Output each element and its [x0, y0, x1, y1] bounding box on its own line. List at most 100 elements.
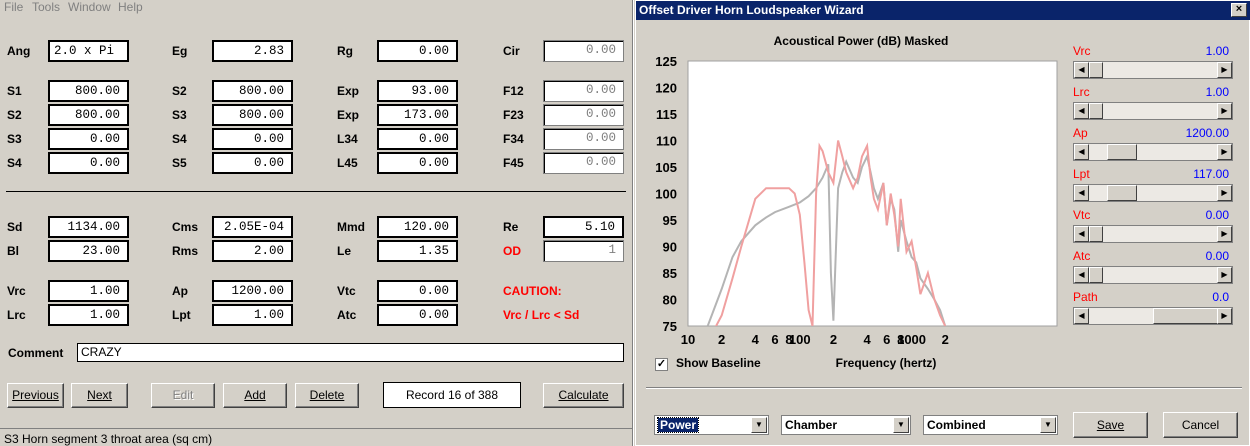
param-label-8-3: Atc [337, 308, 357, 322]
param-field-6-1[interactable]: 23.00 [48, 240, 129, 262]
arrow-left-icon[interactable]: ◀ [1074, 185, 1089, 201]
delete-button[interactable]: Delete [295, 383, 359, 408]
param-label-4-4: F45 [503, 156, 524, 170]
param-field-8-2[interactable]: 1.00 [212, 304, 293, 326]
arrow-left-icon[interactable]: ◀ [1074, 267, 1089, 283]
chevron-down-icon[interactable]: ▼ [751, 417, 767, 433]
param-field-0-3[interactable]: 0.00 [377, 40, 458, 62]
param-field-3-4[interactable]: 0.00 [543, 128, 624, 150]
param-field-8-3[interactable]: 0.00 [377, 304, 458, 326]
param-field-0-4[interactable]: 0.00 [543, 40, 624, 62]
arrow-left-icon[interactable]: ◀ [1074, 62, 1089, 78]
param-field-1-2[interactable]: 800.00 [212, 80, 293, 102]
output-select-value: Combined [927, 418, 986, 432]
slider-vtc[interactable]: ◀ ▶ [1073, 225, 1233, 243]
slider-vrc[interactable]: ◀ ▶ [1073, 61, 1233, 79]
arrow-left-icon[interactable]: ◀ [1074, 308, 1089, 324]
add-button[interactable]: Add [223, 383, 287, 408]
show-baseline-checkbox[interactable]: ✓ [655, 358, 668, 371]
param-field-1-4[interactable]: 0.00 [543, 80, 624, 102]
param-label-5-3: Mmd [337, 220, 365, 234]
chevron-down-icon[interactable]: ▼ [1040, 417, 1056, 433]
output-select[interactable]: Combined ▼ [923, 415, 1058, 435]
arrow-right-icon[interactable]: ▶ [1217, 308, 1232, 324]
arrow-right-icon[interactable]: ▶ [1217, 144, 1232, 160]
param-label-2-1: S2 [7, 108, 22, 122]
slider-thumb[interactable] [1107, 144, 1138, 160]
param-field-6-3[interactable]: 1.35 [377, 240, 458, 262]
slider-value-vrc: 1.00 [1205, 44, 1229, 58]
slider-path[interactable]: ◀ ▶ [1073, 307, 1233, 325]
x-tick-label: 6 [771, 332, 778, 347]
param-field-4-1[interactable]: 0.00 [48, 152, 129, 174]
space-select[interactable]: Chamber ▼ [781, 415, 911, 435]
slider-thumb[interactable] [1089, 226, 1103, 242]
param-label-3-1: S3 [7, 132, 22, 146]
param-label-7-4: CAUTION: [503, 284, 562, 298]
param-field-4-3[interactable]: 0.00 [377, 152, 458, 174]
edit-button[interactable]: Edit [151, 383, 215, 408]
close-icon[interactable]: × [1231, 3, 1247, 17]
arrow-right-icon[interactable]: ▶ [1217, 103, 1232, 119]
menu-window[interactable]: Window [68, 0, 111, 14]
param-field-5-2[interactable]: 2.05E-04 [212, 216, 293, 238]
slider-thumb[interactable] [1089, 267, 1103, 283]
param-field-7-1[interactable]: 1.00 [48, 280, 129, 302]
slider-thumb[interactable] [1107, 185, 1138, 201]
param-field-0-2[interactable]: 2.83 [212, 40, 293, 62]
param-field-0-1[interactable]: 2.0 x Pi [48, 40, 129, 62]
param-field-1-1[interactable]: 800.00 [48, 80, 129, 102]
comment-field[interactable]: CRAZY [77, 343, 624, 362]
arrow-right-icon[interactable]: ▶ [1217, 185, 1232, 201]
slider-label-path: Path [1073, 290, 1098, 304]
arrow-left-icon[interactable]: ◀ [1074, 226, 1089, 242]
menu-file[interactable]: File [4, 0, 23, 14]
next-button[interactable]: Next [71, 383, 128, 408]
slider-ap[interactable]: ◀ ▶ [1073, 143, 1233, 161]
param-label-0-1: Ang [7, 44, 31, 58]
param-field-2-1[interactable]: 800.00 [48, 104, 129, 126]
arrow-right-icon[interactable]: ▶ [1217, 62, 1232, 78]
cancel-button[interactable]: Cancel [1163, 412, 1238, 438]
slider-thumb[interactable] [1089, 103, 1103, 119]
mode-select[interactable]: Power ▼ [654, 415, 769, 435]
slider-thumb[interactable] [1089, 62, 1103, 78]
param-label-1-3: Exp [337, 84, 360, 98]
param-field-7-2[interactable]: 1200.00 [212, 280, 293, 302]
arrow-right-icon[interactable]: ▶ [1217, 226, 1232, 242]
param-field-2-3[interactable]: 173.00 [377, 104, 458, 126]
param-field-4-2[interactable]: 0.00 [212, 152, 293, 174]
param-field-5-3[interactable]: 120.00 [377, 216, 458, 238]
calculate-button[interactable]: Calculate [543, 383, 624, 408]
param-label-2-4: F23 [503, 108, 524, 122]
param-field-2-4[interactable]: 0.00 [543, 104, 624, 126]
slider-lpt[interactable]: ◀ ▶ [1073, 184, 1233, 202]
slider-atc[interactable]: ◀ ▶ [1073, 266, 1233, 284]
param-field-3-2[interactable]: 0.00 [212, 128, 293, 150]
param-field-6-4[interactable]: 1 [543, 240, 624, 262]
param-field-5-1[interactable]: 1134.00 [48, 216, 129, 238]
param-field-8-1[interactable]: 1.00 [48, 304, 129, 326]
param-field-4-4[interactable]: 0.00 [543, 152, 624, 174]
param-label-8-1: Lrc [7, 308, 26, 322]
arrow-left-icon[interactable]: ◀ [1074, 103, 1089, 119]
param-label-2-3: Exp [337, 108, 360, 122]
param-field-7-3[interactable]: 0.00 [377, 280, 458, 302]
param-field-3-1[interactable]: 0.00 [48, 128, 129, 150]
y-tick-label: 90 [663, 240, 677, 255]
arrow-left-icon[interactable]: ◀ [1074, 144, 1089, 160]
param-field-5-4[interactable]: 5.10 [543, 216, 624, 238]
menu-help[interactable]: Help [118, 0, 143, 14]
chevron-down-icon[interactable]: ▼ [893, 417, 909, 433]
param-field-6-2[interactable]: 2.00 [212, 240, 293, 262]
slider-value-atc: 0.00 [1205, 249, 1229, 263]
previous-button[interactable]: Previous [7, 383, 64, 408]
slider-thumb[interactable] [1153, 308, 1219, 324]
save-button[interactable]: Save [1073, 412, 1148, 438]
param-field-3-3[interactable]: 0.00 [377, 128, 458, 150]
arrow-right-icon[interactable]: ▶ [1217, 267, 1232, 283]
param-field-2-2[interactable]: 800.00 [212, 104, 293, 126]
param-field-1-3[interactable]: 93.00 [377, 80, 458, 102]
menu-tools[interactable]: Tools [32, 0, 60, 14]
slider-lrc[interactable]: ◀ ▶ [1073, 102, 1233, 120]
